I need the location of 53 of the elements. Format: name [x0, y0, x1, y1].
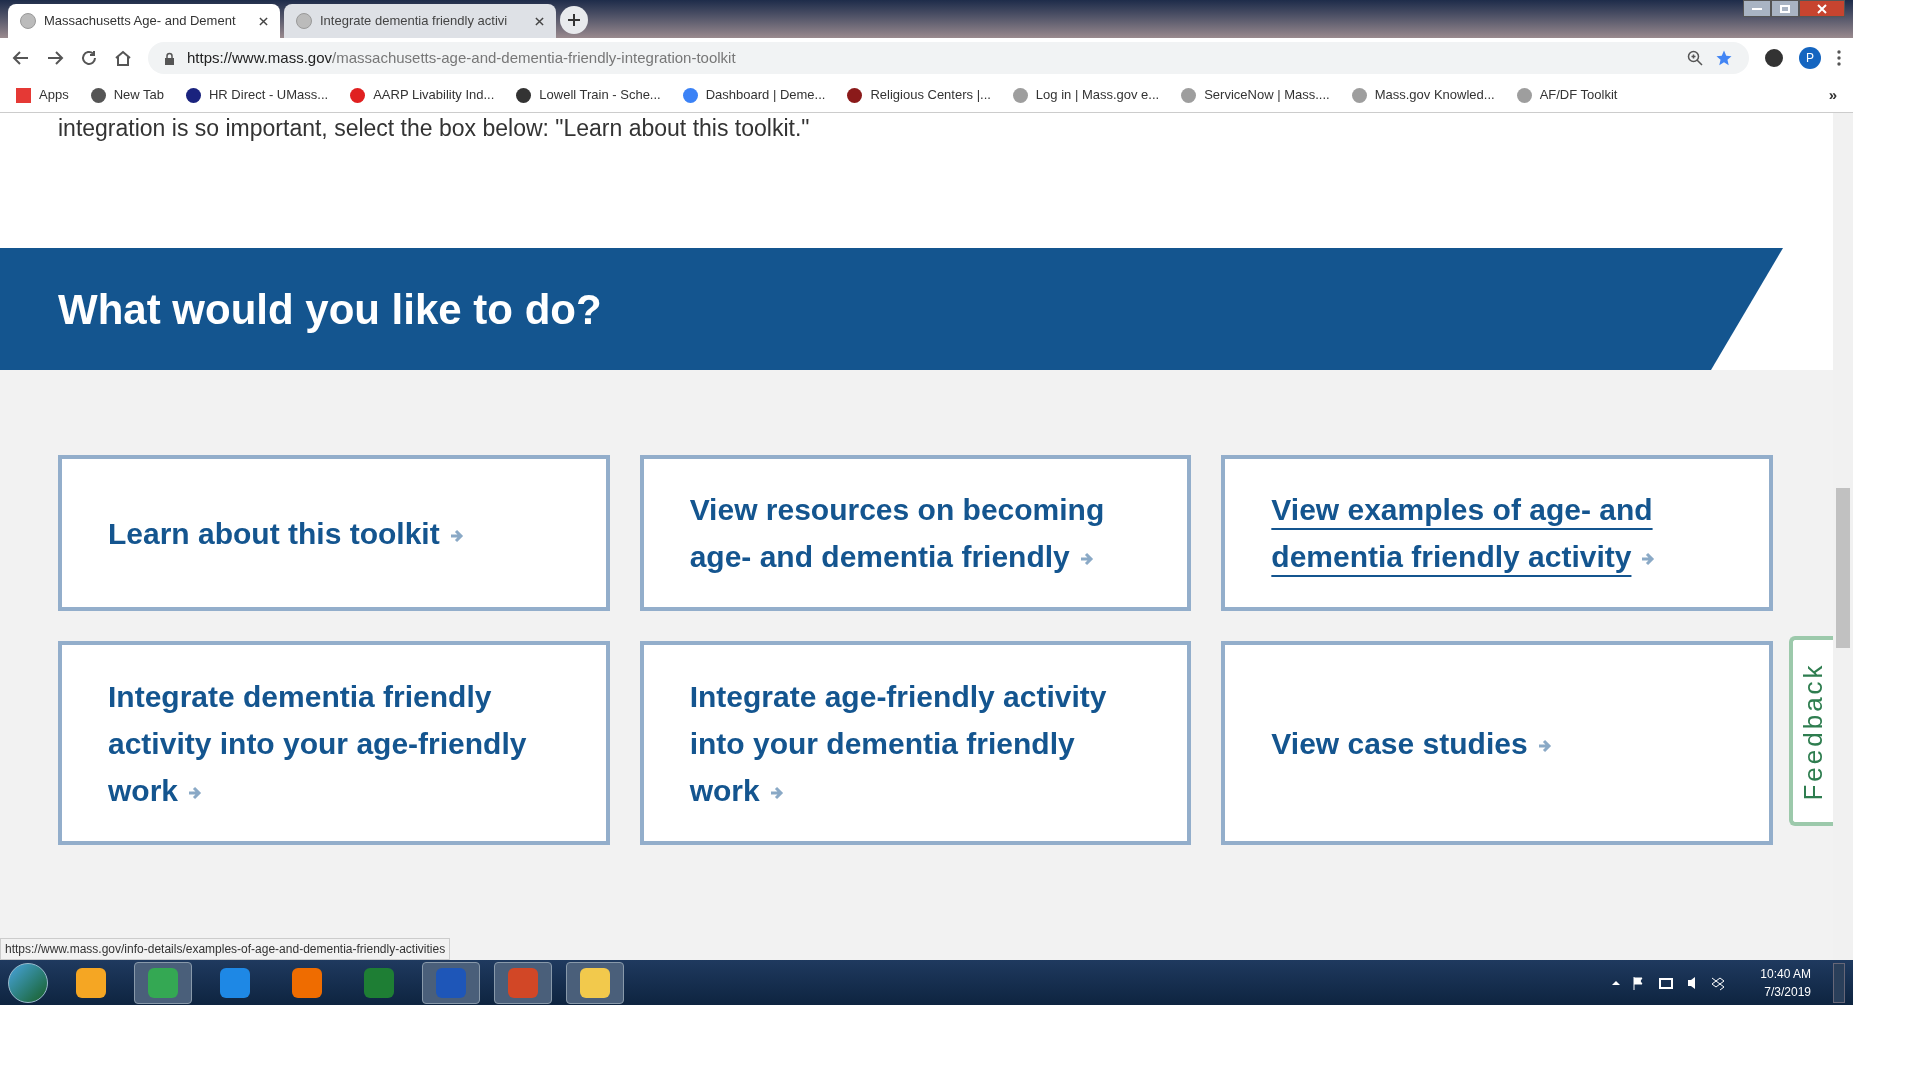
menu-icon[interactable] — [1837, 50, 1841, 66]
link-card[interactable]: Integrate dementia friendly activity into your age-friendly work — [58, 641, 610, 845]
tab-title: Massachusetts Age- and Dement — [44, 12, 237, 31]
close-icon[interactable] — [535, 16, 544, 26]
back-icon[interactable] — [12, 49, 30, 67]
bookmark-item[interactable]: Apps — [16, 85, 69, 105]
bookmark-item[interactable]: New Tab — [90, 85, 164, 105]
profile-avatar[interactable]: P — [1799, 47, 1821, 69]
plus-icon — [568, 14, 580, 26]
bookmark-item[interactable]: Religious Centers |... — [847, 85, 991, 105]
bookmark-item[interactable]: AARP Livability Ind... — [350, 85, 495, 105]
taskbar-app[interactable] — [422, 961, 480, 1004]
link-card[interactable]: View examples of age- and dementia friendly activity — [1221, 455, 1773, 611]
star-icon[interactable] — [1715, 49, 1733, 67]
start-button[interactable] — [8, 962, 48, 1003]
bookmark-item[interactable]: AF/DF Toolkit — [1516, 85, 1618, 105]
minimize-button[interactable] — [1743, 0, 1771, 17]
restore-button[interactable] — [1771, 0, 1799, 17]
home-icon[interactable] — [114, 49, 132, 67]
forward-icon[interactable] — [46, 49, 64, 67]
close-icon — [1817, 3, 1827, 14]
close-window-button[interactable] — [1799, 0, 1845, 17]
link-card[interactable]: View resources on becoming age- and dementia friendly — [639, 455, 1192, 611]
new-tab-button[interactable] — [560, 6, 588, 34]
taskbar-app[interactable] — [134, 961, 192, 1004]
browser-tab[interactable]: Integrate dementia friendly activi — [284, 4, 556, 38]
bookmark-item[interactable]: Log in | Mass.gov e... — [1012, 85, 1160, 105]
tab-title: Integrate dementia friendly activi — [320, 12, 509, 31]
scrollbar[interactable] — [1833, 113, 1853, 960]
status-url: https://www.mass.gov/info-details/examples-of-age-and-dementia-friendly-activities — [0, 938, 451, 960]
reload-icon[interactable] — [80, 49, 98, 67]
bookmark-item[interactable]: ServiceNow | Mass.... — [1181, 85, 1330, 105]
bookmark-item[interactable]: Lowell Train - Sche... — [516, 85, 661, 105]
url-text: https://www.mass.gov/massachusetts-age-and-dementia-friendly-integration-toolkit — [187, 47, 736, 68]
lock-icon — [164, 51, 175, 65]
zoom-icon[interactable] — [1687, 50, 1703, 66]
clock-date[interactable]: 7/3/2019 — [1764, 982, 1811, 1001]
bookmark-item[interactable]: Dashboard | Deme... — [682, 85, 826, 105]
bookmark-item[interactable]: Mass.gov Knowled... — [1351, 85, 1495, 105]
clock-time[interactable]: 10:40 AM — [1760, 964, 1811, 983]
taskbar-app[interactable] — [566, 961, 624, 1004]
address-bar[interactable]: https://www.mass.gov/massachusetts-age-and-dementia-friendly-integration-toolkit — [148, 42, 1749, 74]
browser-tab[interactable]: Massachusetts Age- and Dement — [8, 4, 280, 38]
link-card[interactable]: Integrate age-friendly activity into your dementia friendly work — [639, 641, 1192, 845]
link-card[interactable]: View case studies — [1221, 641, 1773, 845]
taskbar-app[interactable] — [494, 961, 552, 1004]
section-heading: What would you like to do? — [58, 284, 602, 335]
more-bookmarks-button[interactable]: » — [1828, 83, 1837, 107]
intro-text: integration is so important, select the box below: "Learn about this toolkit." — [58, 114, 811, 143]
close-icon[interactable] — [259, 16, 268, 26]
bookmark-item[interactable]: HR Direct - UMass... — [186, 85, 329, 105]
feedback-tab[interactable]: Feedback — [1789, 636, 1833, 826]
link-card[interactable]: Learn about this toolkit — [58, 455, 610, 611]
